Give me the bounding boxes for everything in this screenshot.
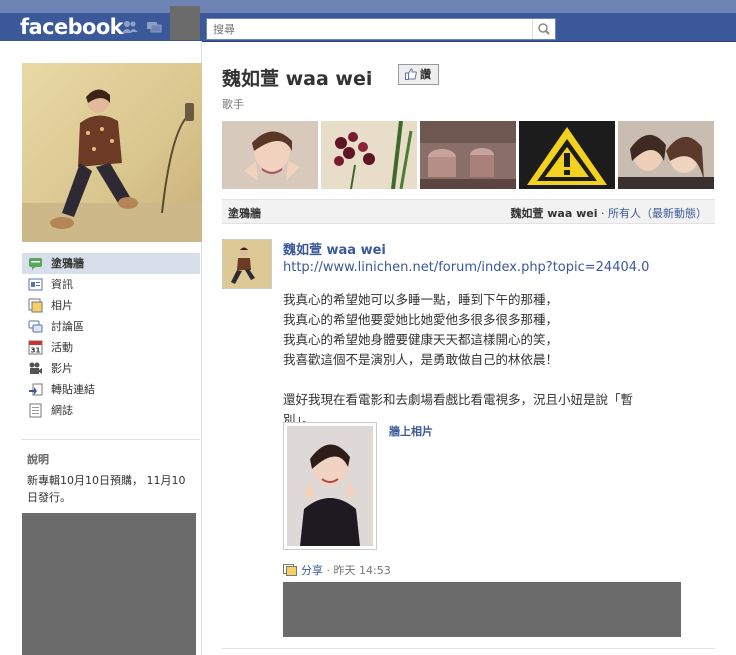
- strip-photo[interactable]: [519, 121, 615, 189]
- attached-photo[interactable]: [283, 422, 377, 550]
- search-box: [206, 18, 556, 40]
- messages-icon[interactable]: [146, 20, 162, 34]
- events-calendar-number: 31: [31, 347, 41, 355]
- post-meta: 分享 · 昨天 14:53: [283, 562, 391, 578]
- post-meta-separator: ·: [323, 564, 334, 577]
- post-line: 我喜歡這個不是演別人，是勇敢做自己的林依晨！: [283, 352, 559, 367]
- wall-icon: [28, 256, 43, 271]
- search-icon[interactable]: [532, 19, 555, 39]
- strip-photo[interactable]: [321, 121, 417, 189]
- sidebar-item-label: 討論區: [51, 320, 84, 333]
- links-icon: [28, 382, 43, 397]
- sidebar-divider: [22, 439, 200, 440]
- wall-filter-bar: 塗鴉牆 魏如萱 waa wei · 所有人（最新動態）: [222, 199, 715, 224]
- page-category: 歌手: [222, 98, 244, 111]
- sidebar-item-info[interactable]: 資訊: [22, 274, 200, 295]
- thumbs-up-icon: [405, 67, 417, 80]
- sidebar-item-label: 網誌: [51, 404, 73, 417]
- friends-icon[interactable]: [122, 20, 138, 34]
- sidebar-item-photos[interactable]: 相片: [22, 295, 200, 316]
- post-line: 我真心的希望她身體要健康天天都這樣開心的笑，: [283, 332, 559, 347]
- post-timestamp[interactable]: 昨天 14:53: [334, 564, 391, 577]
- wall-filter-name[interactable]: 魏如萱 waa wei: [510, 207, 597, 220]
- sidebar-item-wall[interactable]: 塗鴉牆: [22, 253, 200, 274]
- like-button[interactable]: 讚: [398, 64, 439, 85]
- info-icon: [28, 277, 43, 292]
- photo-strip: [222, 121, 715, 189]
- top-bar-strip: [0, 0, 736, 13]
- sidebar-item-links[interactable]: 轉貼連結: [22, 379, 200, 400]
- story-divider: [222, 648, 715, 649]
- post-line: 我真心的希望她可以多睡一點，睡到下午的那種，: [283, 292, 559, 307]
- redacted-block: [170, 6, 200, 40]
- search-input[interactable]: [207, 19, 539, 39]
- sidebar-nav: 塗鴉牆 資訊 相片 討論區 31 活動 影片 轉貼連結 網誌: [22, 253, 200, 421]
- strip-photo[interactable]: [618, 121, 714, 189]
- strip-photo[interactable]: [222, 121, 318, 189]
- post-author-name[interactable]: 魏如萱 waa wei: [283, 239, 386, 258]
- sidebar-item-label: 影片: [51, 362, 73, 375]
- left-column: 塗鴉牆 資訊 相片 討論區 31 活動 影片 轉貼連結 網誌 說明 新專輯10月…: [0, 41, 202, 655]
- about-text: 新專輯10月10日預購， 11月10日發行。: [27, 474, 186, 504]
- photos-icon: [28, 298, 43, 313]
- sidebar-item-label: 塗鴉牆: [51, 257, 84, 270]
- sidebar-item-label: 相片: [51, 299, 73, 312]
- redacted-block: [283, 582, 681, 637]
- sidebar-item-events[interactable]: 31 活動: [22, 337, 200, 358]
- redacted-block: [22, 513, 196, 655]
- tab-wall[interactable]: 塗鴉牆: [228, 205, 261, 221]
- post-author-avatar[interactable]: [222, 239, 272, 289]
- discussion-icon: [28, 319, 43, 334]
- profile-picture[interactable]: [22, 63, 202, 242]
- page-title: 魏如萱 waa wei: [222, 68, 373, 90]
- sidebar-item-label: 活動: [51, 341, 73, 354]
- like-label: 讚: [420, 68, 431, 81]
- post-line: 我真心的希望他要愛她比她愛他多很多很多那種，: [283, 312, 559, 327]
- sidebar-item-video[interactable]: 影片: [22, 358, 200, 379]
- wall-filter: 魏如萱 waa wei · 所有人（最新動態）: [510, 205, 707, 221]
- share-link[interactable]: 分享: [301, 564, 323, 577]
- post-link[interactable]: http://www.linichen.net/forum/index.php?…: [283, 260, 649, 275]
- photo-post-icon: [283, 564, 297, 576]
- post-message: 我真心的希望她可以多睡一點，睡到下午的那種， 我真心的希望他要愛她比她愛他多很多…: [283, 290, 683, 430]
- wall-filter-everyone-link[interactable]: 所有人（最新動態）: [608, 207, 707, 220]
- attached-photo-title[interactable]: 牆上相片: [389, 423, 433, 439]
- video-icon: [28, 361, 43, 376]
- about-heading: 說明: [27, 453, 49, 466]
- sidebar-item-label: 資訊: [51, 278, 73, 291]
- sidebar-item-notes[interactable]: 網誌: [22, 400, 200, 421]
- post-line: [283, 370, 683, 390]
- post-line: 還好我現在看電影和去劇場看戲比看電視多，況且小妞是說「暫: [283, 392, 634, 407]
- wall-filter-separator: ·: [597, 207, 608, 220]
- sidebar-item-label: 轉貼連結: [51, 383, 95, 396]
- notes-icon: [28, 403, 43, 418]
- top-bar: facebook: [0, 0, 736, 42]
- events-calendar-icon: 31: [28, 340, 43, 355]
- sidebar-item-discussion[interactable]: 討論區: [22, 316, 200, 337]
- strip-photo[interactable]: [420, 121, 516, 189]
- facebook-logo[interactable]: facebook: [20, 13, 124, 41]
